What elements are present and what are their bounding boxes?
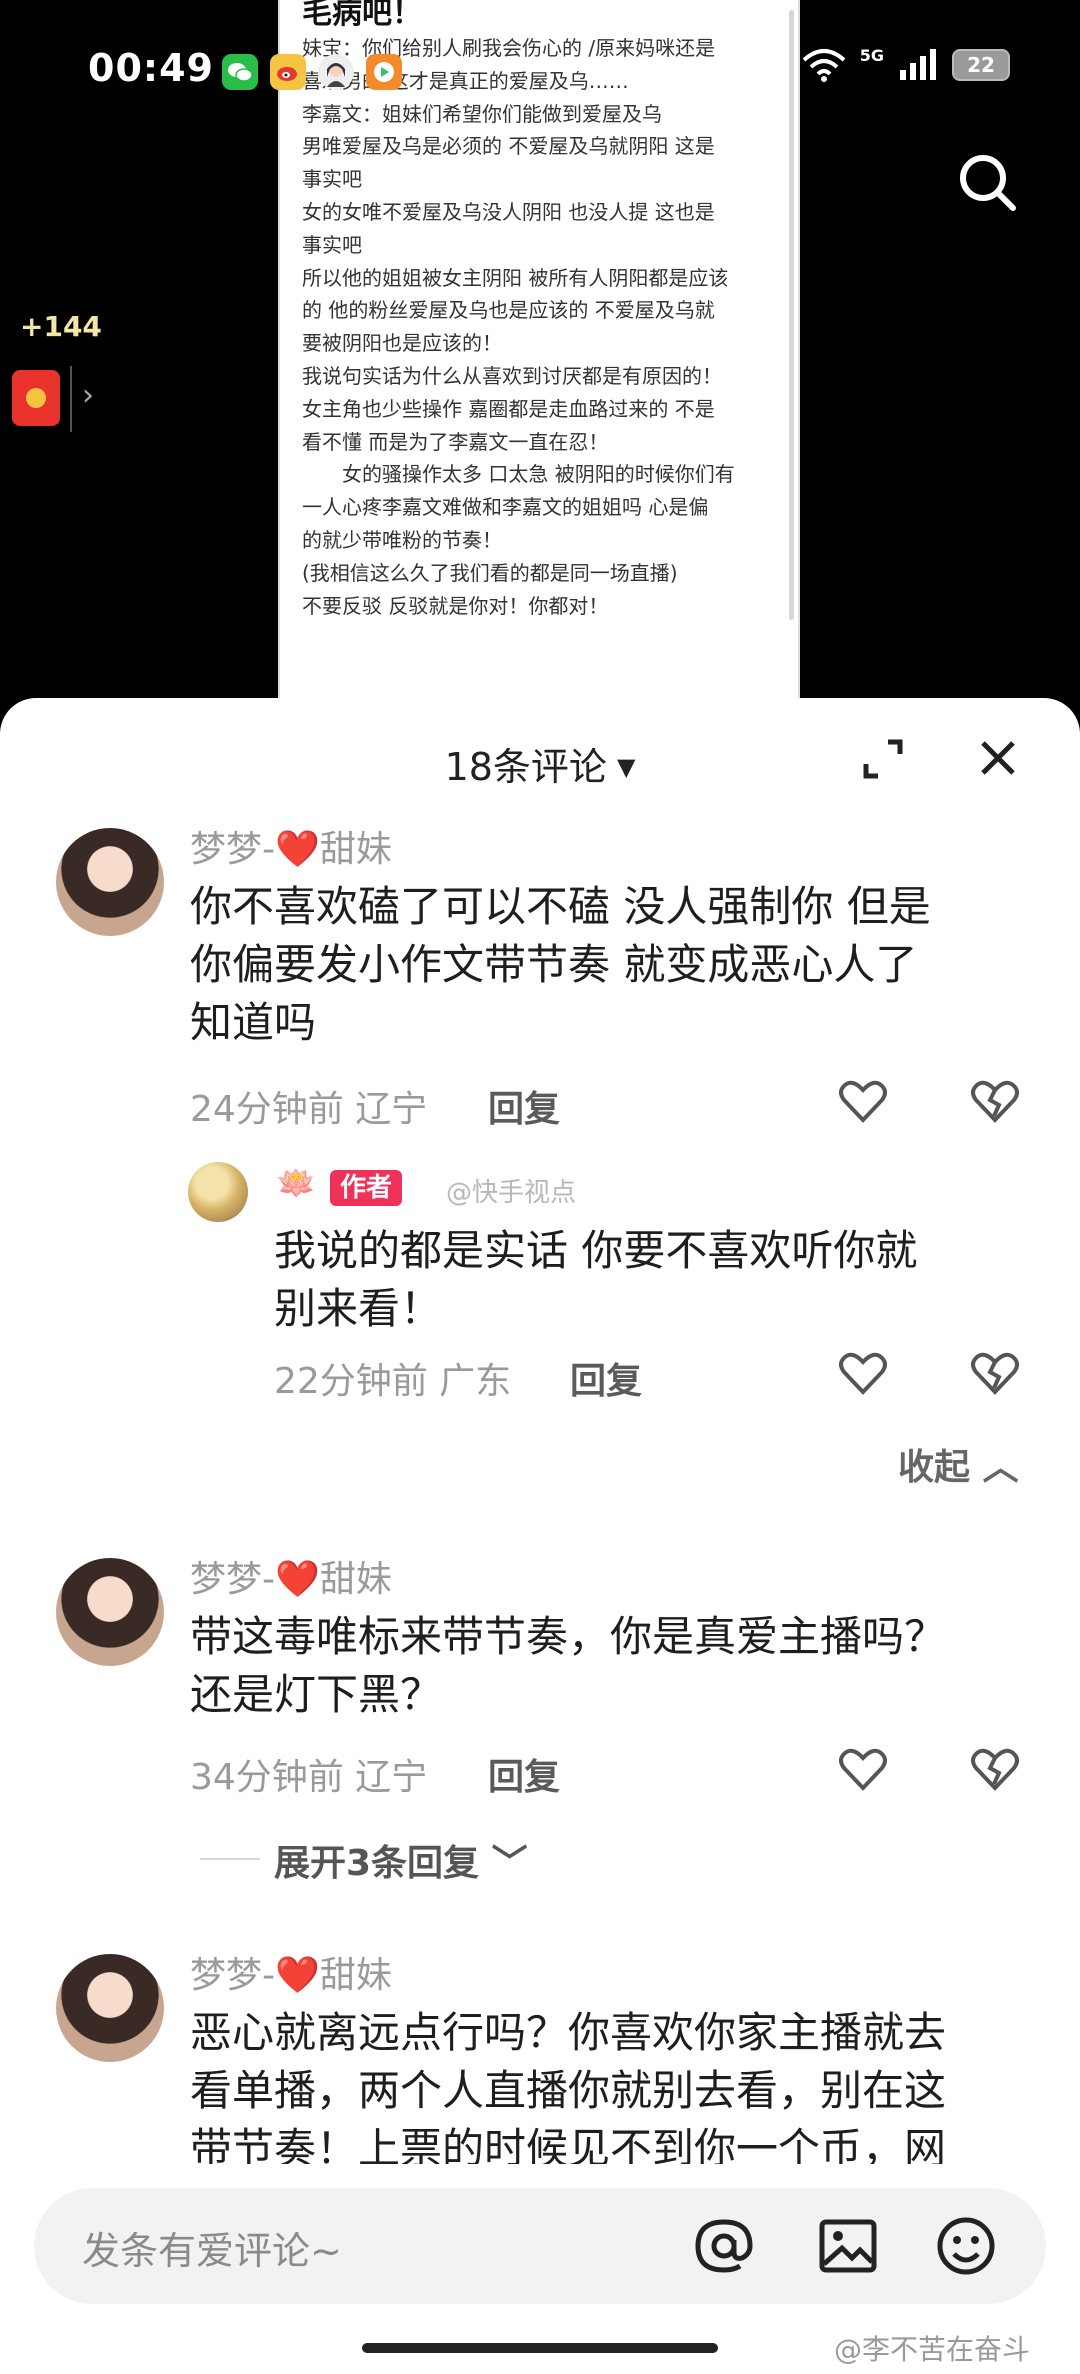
home-indicator[interactable] xyxy=(362,2343,718,2353)
collapse-replies-button[interactable]: 收起 ︿ xyxy=(898,1438,1019,1490)
heart-like-icon[interactable] xyxy=(838,1746,888,1792)
status-right: 5G 22 xyxy=(802,45,1010,82)
doc-line: 男唯爱屋及乌是必须的 不爱屋及乌就阴阳 这是 xyxy=(302,134,715,159)
expand-replies-button[interactable]: 展开3条回复 ﹀ xyxy=(274,1834,528,1886)
doc-line: 要被阴阳也是应该的！ xyxy=(302,331,502,356)
battery-indicator: 22 xyxy=(952,49,1010,81)
sheet-header: 18条评论 ▼ xyxy=(0,698,1080,818)
doc-line: 的就少带唯粉的节奏！ xyxy=(302,527,502,552)
watermark-credit: @李不苦在奋斗 xyxy=(834,2333,1031,2366)
signal-icon xyxy=(900,49,936,80)
document-screenshot: 毛病吧！ 妹宝：你们给别人刷我会伤心的 /原来妈咪还是 喜欢男的/这才是真正的爱… xyxy=(278,0,800,720)
reply-button[interactable]: 回复 xyxy=(570,1352,642,1404)
heart-emoji: ❤️ xyxy=(275,1559,320,1600)
reply-button[interactable]: 回复 xyxy=(488,1080,560,1132)
comment-meta: 24分钟前 辽宁 xyxy=(190,1089,428,1130)
doc-line: 女的骚操作太多 口太急 被阴阳的时候你们有 xyxy=(302,462,735,487)
comment-count-label: 18条评论 xyxy=(444,745,607,789)
doc-line: 所以他的姐姐被女主阴阳 被所有人阴阳都是应该 xyxy=(302,265,729,290)
comment-text: 带这毒唯标来带节奏，你是真爱主播吗？ 还是灯下黑？ xyxy=(190,1612,947,1719)
doc-body: 妹宝：你们给别人刷我会伤心的 /原来妈咪还是 喜欢男的/这才是真正的爱屋及乌……… xyxy=(302,32,776,622)
chevron-down-icon: ﹀ xyxy=(491,1843,528,1884)
comment-text: 恶心就离远点行吗？你喜欢你家主播就去 看单播，两个人直播你就别去看，别在这 带节… xyxy=(190,2008,947,2173)
doc-line: 女主角也少些操作 嘉圈都是走血路过来的 不是 xyxy=(302,396,715,421)
at-mention-icon[interactable] xyxy=(692,2214,756,2278)
weibo-icon xyxy=(270,54,306,90)
lotus-emoji: 🪷 xyxy=(276,1164,316,1202)
heart-like-icon[interactable] xyxy=(838,1350,888,1396)
doc-line: 的 他的粉丝爱屋及乌也是应该的 不爱屋及乌就 xyxy=(302,298,715,323)
heart-emoji: ❤️ xyxy=(275,829,320,870)
search-icon[interactable] xyxy=(955,150,1019,214)
heart-emoji: ❤️ xyxy=(275,1955,320,1996)
comment-count-dropdown[interactable]: 18条评论 ▼ xyxy=(0,736,1080,791)
status-time: 00:49 xyxy=(88,46,214,90)
emoji-icon[interactable] xyxy=(934,2214,998,2278)
doc-scrollbar xyxy=(789,10,794,620)
network-type: 5G xyxy=(859,45,884,65)
status-bar: 00:49 5G 22 xyxy=(0,40,1080,100)
doc-line: 李嘉文：姐妹们希望你们能做到爱屋及乌 xyxy=(302,101,662,126)
broken-heart-icon[interactable] xyxy=(970,1350,1020,1396)
comment-username[interactable]: 梦梦-❤️甜妹 xyxy=(190,820,392,872)
chevron-up-icon: ︿ xyxy=(982,1447,1019,1488)
broken-heart-icon[interactable] xyxy=(970,1078,1020,1124)
comment-sheet: 18条评论 ▼ 梦梦-❤️甜妹 你不喜欢磕了可以不磕 没人强制你 但是 你偏要发小… xyxy=(0,698,1080,2374)
comment-username[interactable]: 梦梦-❤️甜妹 xyxy=(190,1550,392,1602)
image-icon[interactable] xyxy=(816,2214,880,2278)
avatar[interactable] xyxy=(56,1558,164,1666)
heart-like-icon[interactable] xyxy=(838,1078,888,1124)
author-badge: 作者 xyxy=(330,1170,403,1206)
doc-line: 事实吧 xyxy=(302,167,362,192)
reward-count: +144 xyxy=(20,310,102,343)
wechat-icon xyxy=(222,54,258,90)
reply-button[interactable]: 回复 xyxy=(488,1748,560,1800)
comment-input[interactable]: 发条有爱评论~ xyxy=(34,2188,1046,2304)
doc-line: 不要反驳 反驳就是你对！你都对！ xyxy=(302,593,609,618)
close-icon[interactable] xyxy=(978,738,1018,778)
doc-title: 毛病吧！ xyxy=(302,0,422,31)
red-packet-icon[interactable] xyxy=(12,370,60,426)
doc-line: 事实吧 xyxy=(302,232,362,257)
caret-down-icon: ▼ xyxy=(616,752,636,781)
fullscreen-icon[interactable] xyxy=(862,738,904,780)
broken-heart-icon[interactable] xyxy=(970,1746,1020,1792)
video-area[interactable]: 毛病吧！ 妹宝：你们给别人刷我会伤心的 /原来妈咪还是 喜欢男的/这才是真正的爱… xyxy=(0,0,1080,720)
comment-username[interactable]: 梦梦-❤️甜妹 xyxy=(190,1946,392,1998)
avatar-app-icon xyxy=(318,54,354,90)
video-app-icon xyxy=(366,54,402,90)
comment-input-placeholder: 发条有爱评论~ xyxy=(82,2229,342,2273)
doc-line: 看不懂 而是为了李嘉文一直在忍！ xyxy=(302,429,609,454)
comment-text: 你不喜欢磕了可以不磕 没人强制你 但是 你偏要发小作文带节奏 就变成恶心人了 知… xyxy=(190,882,931,1047)
comment-meta: 34分钟前 辽宁 xyxy=(190,1757,428,1798)
chevron-right-icon[interactable]: › xyxy=(82,378,94,413)
avatar[interactable] xyxy=(56,1954,164,2062)
wifi-icon xyxy=(802,49,846,82)
avatar[interactable] xyxy=(56,828,164,936)
reply-meta: 22分钟前 广东 xyxy=(274,1361,512,1402)
watermark-text: @快手视点 xyxy=(446,1178,577,1208)
doc-line: (我相信这么久了我们看的都是同一场直播) xyxy=(302,560,678,585)
divider xyxy=(200,1858,260,1860)
divider xyxy=(70,366,72,432)
doc-line: 女的女唯不爱屋及乌没人阴阳 也没人提 这也是 xyxy=(302,199,715,224)
author-avatar[interactable] xyxy=(188,1162,248,1222)
reply-text: 我说的都是实话 你要不喜欢听你就 别来看！ xyxy=(274,1226,918,1333)
doc-line: 我说句实话为什么从喜欢到讨厌都是有原因的！ xyxy=(302,363,722,388)
doc-line: 一人心疼李嘉文难做和李嘉文的姐姐吗 心是偏 xyxy=(302,495,709,520)
